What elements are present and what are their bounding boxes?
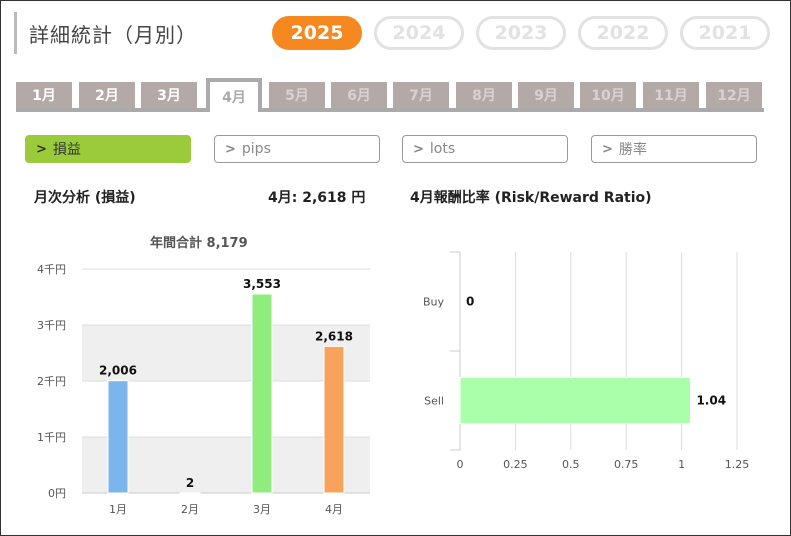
bar: [459, 377, 691, 424]
risk-reward-chart: 0 0.25 0.5 0.75 1 1.25 0 Buy 1.04 Sell: [423, 251, 750, 471]
y-category-label: Sell: [424, 395, 444, 408]
x-tick-label: 0.75: [614, 458, 639, 471]
x-tick-label: 0.5: [562, 458, 580, 471]
bar-data-label: 0: [466, 295, 474, 309]
x-tick-label: 1: [678, 458, 685, 471]
bar-data-label: 1.04: [696, 394, 726, 408]
x-tick-label: 1.25: [725, 458, 750, 471]
x-tick-label: 0.25: [503, 458, 528, 471]
y-category-label: Buy: [423, 296, 445, 309]
x-tick-label: 0: [457, 458, 464, 471]
